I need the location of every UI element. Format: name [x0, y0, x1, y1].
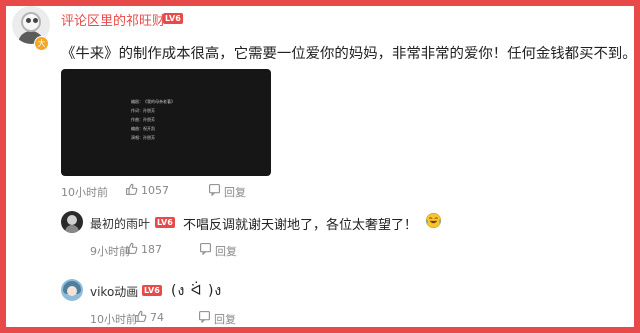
laugh-cry-emoji-icon — [425, 212, 442, 229]
avatar[interactable] — [61, 279, 83, 301]
credit-line: 演唱：孙朋芳 — [131, 135, 155, 140]
avatar-body-shape — [65, 225, 79, 233]
credit-line: 编剧：《我的母亲老著》 — [131, 99, 175, 104]
level-badge: LV6 — [142, 285, 162, 296]
credit-line: 编曲：祝开凯 — [131, 126, 155, 131]
avatar-head-shape — [67, 215, 77, 225]
reply-text: 不唱反调就谢天谢地了，各位太奢望了！ — [183, 218, 418, 233]
comment-time: 9小时前 — [90, 245, 130, 258]
thumbs-up-icon — [126, 183, 138, 195]
username[interactable]: 评论区里的祁旺财 — [61, 10, 165, 29]
comment-text: 《牛来》的制作成本很高，它需要一位爱你的妈妈，非常非常的爱你！任何金钱都买不到。 — [61, 46, 637, 62]
avatar-eye-shape — [26, 18, 31, 23]
username[interactable]: 最初的雨叶 — [90, 215, 150, 232]
comment-time: 10小时前 — [61, 186, 108, 199]
like-count: 187 — [141, 243, 162, 256]
thumbs-up-icon — [126, 242, 138, 254]
avatar-head-shape — [67, 286, 77, 296]
like-count: 1057 — [141, 184, 169, 197]
reply-icon — [200, 243, 211, 255]
thumbs-up-icon — [135, 310, 147, 322]
avatar-eye-shape — [33, 18, 38, 23]
avatar[interactable] — [61, 211, 83, 233]
level-badge: LV6 — [163, 13, 183, 24]
reply-icon — [209, 184, 220, 196]
reply-label: 回复 — [224, 186, 246, 199]
reply-icon — [199, 311, 210, 323]
reply-text: (ง ᐛ )ง — [171, 283, 223, 299]
comment-time: 10小时前 — [90, 313, 137, 326]
comment-thread: 大 评论区里的祁旺财 LV6 《牛来》的制作成本很高，它需要一位爱你的妈妈，非常… — [0, 0, 640, 333]
level-badge: LV6 — [155, 217, 175, 228]
video-credits: 编剧：《我的母亲老著》 作词：孙朋芳 作曲：孙朋芳 编曲：祝开凯 演唱：孙朋芳 — [131, 97, 175, 142]
credit-line: 作词：孙朋芳 — [131, 108, 155, 113]
username[interactable]: viko动画 — [90, 283, 138, 300]
reply-label: 回复 — [214, 313, 236, 326]
video-thumbnail[interactable]: 编剧：《我的母亲老著》 作词：孙朋芳 作曲：孙朋芳 编曲：祝开凯 演唱：孙朋芳 — [61, 69, 271, 176]
like-count: 74 — [150, 311, 164, 324]
credit-line: 作曲：孙朋芳 — [131, 117, 155, 122]
avatar-badge: 大 — [34, 36, 49, 51]
reply-label: 回复 — [215, 245, 237, 258]
avatar-head-shape — [21, 12, 41, 32]
